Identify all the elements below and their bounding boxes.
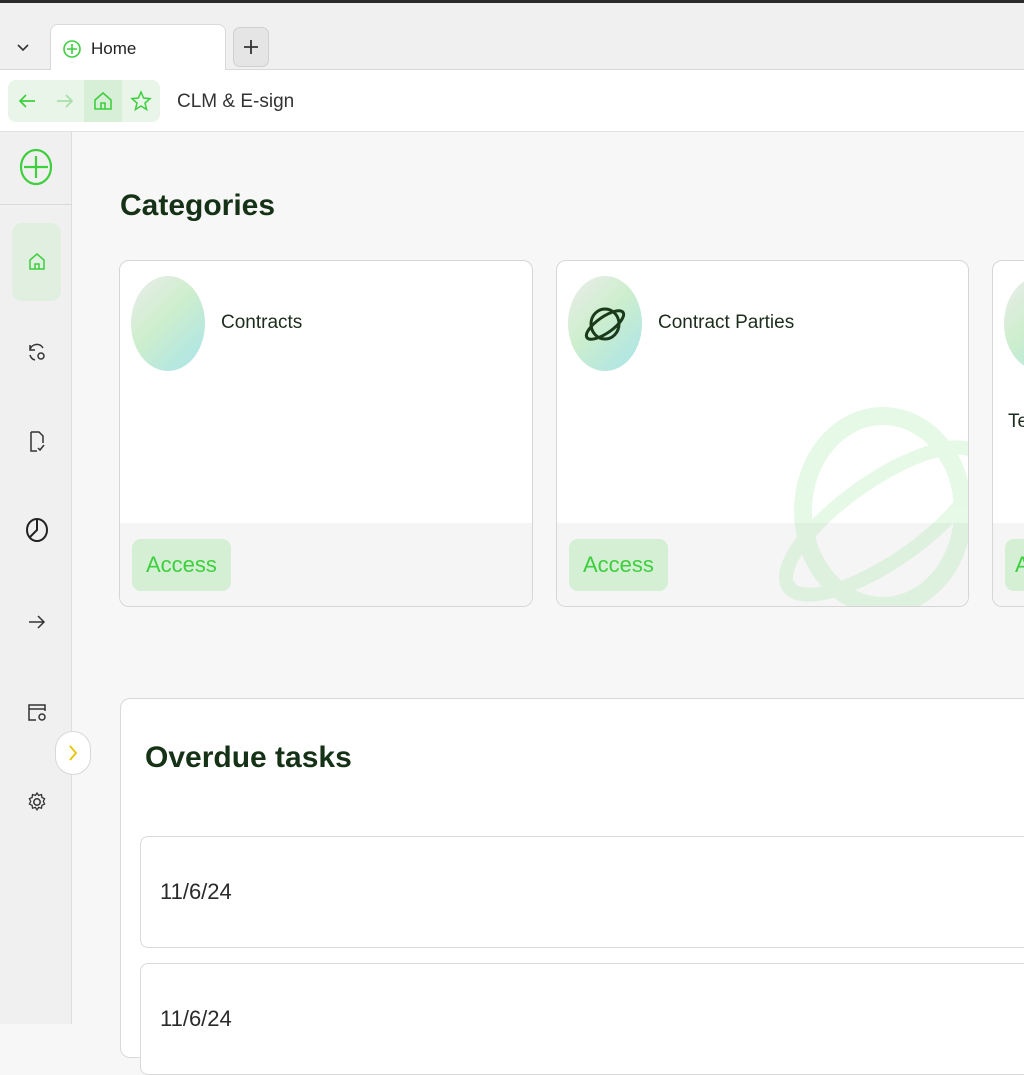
category-card-contract-parties[interactable]: Contract Parties Access	[556, 260, 969, 607]
gear-icon	[28, 791, 45, 811]
card-label: Te	[1008, 411, 1024, 432]
sidebar-item-sync[interactable]	[12, 313, 61, 391]
card-avatar	[568, 276, 642, 371]
pie-chart-icon	[25, 518, 48, 542]
tab-strip: Home	[0, 3, 1024, 73]
star-icon	[130, 90, 152, 112]
access-button[interactable]: Access	[132, 539, 231, 591]
task-row[interactable]: 11/6/24	[140, 963, 1024, 1075]
arrow-right-icon	[28, 615, 45, 629]
overdue-heading: Overdue tasks	[145, 741, 352, 774]
main-content: Categories Contracts Access Contract Par…	[73, 133, 1024, 1075]
sidebar-item-reports[interactable]	[12, 491, 61, 569]
sidebar-item-documents[interactable]	[12, 403, 61, 481]
category-card-partial[interactable]: Te A	[992, 260, 1024, 607]
category-card-contracts[interactable]: Contracts Access	[119, 260, 533, 607]
overdue-tasks-panel: Overdue tasks 11/6/24 11/6/24	[120, 698, 1024, 1075]
task-row[interactable]: 11/6/24	[140, 836, 1024, 948]
page-title: CLM & E-sign	[177, 91, 295, 112]
address-bar: CLM & E-sign	[0, 70, 1024, 132]
plus-circle-icon	[19, 148, 53, 186]
sidebar-item-forward[interactable]	[12, 583, 61, 661]
plus-icon	[244, 40, 258, 54]
app-logo[interactable]	[19, 148, 53, 191]
tab-label: Home	[91, 39, 137, 58]
sidebar-item-schedule[interactable]	[12, 673, 61, 751]
access-button[interactable]: Access	[569, 539, 668, 591]
sync-settings-icon	[28, 343, 45, 361]
card-avatar	[131, 276, 205, 371]
sidebar-item-home[interactable]	[12, 223, 61, 301]
chevron-down-icon	[17, 44, 29, 52]
access-button[interactable]: A	[1005, 539, 1024, 591]
back-button[interactable]	[8, 80, 46, 122]
categories-heading: Categories	[120, 189, 276, 222]
document-check-icon	[29, 431, 45, 452]
plus-circle-icon	[63, 40, 81, 58]
nav-button-group	[8, 80, 160, 122]
new-tab-button[interactable]	[233, 27, 269, 67]
forward-button[interactable]	[46, 80, 84, 122]
planet-watermark-icon	[779, 407, 968, 606]
task-date: 11/6/24	[160, 879, 232, 904]
planet-icon	[584, 307, 626, 341]
tab-menu-button[interactable]	[8, 33, 38, 63]
card-avatar	[1004, 276, 1024, 371]
arrow-left-icon	[18, 94, 35, 108]
task-date: 11/6/24	[160, 1006, 232, 1031]
sidebar	[0, 132, 72, 1024]
home-button[interactable]	[84, 80, 122, 122]
favorite-button[interactable]	[122, 80, 160, 122]
arrow-right-icon	[57, 94, 74, 108]
sidebar-item-settings[interactable]	[12, 763, 61, 841]
calendar-settings-icon	[27, 704, 46, 721]
home-icon	[94, 91, 112, 110]
card-label: Contracts	[221, 312, 303, 333]
tab-home[interactable]: Home	[50, 24, 226, 73]
card-label: Contract Parties	[658, 312, 795, 333]
sidebar-divider	[0, 204, 72, 205]
home-icon	[28, 253, 45, 270]
